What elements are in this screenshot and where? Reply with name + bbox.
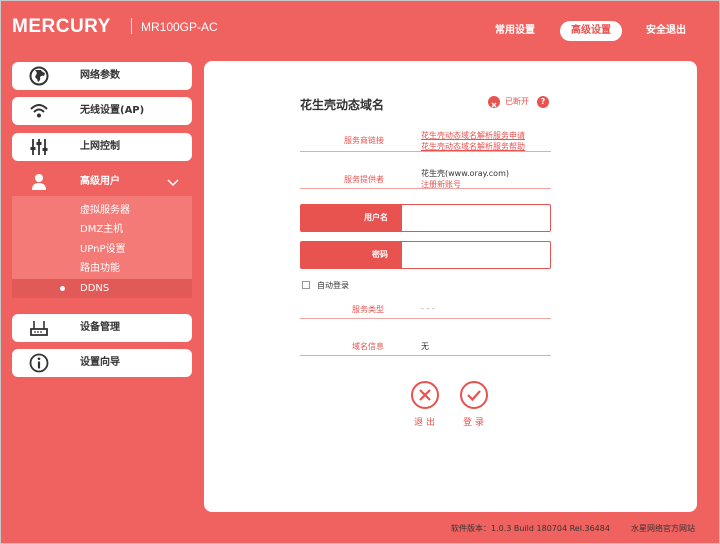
page-title: 花生壳动态域名 <box>300 98 385 112</box>
password-label: 密码 <box>301 242 402 268</box>
divider <box>300 318 551 319</box>
sidebar-item-label: 设置向导 <box>80 357 120 368</box>
close-icon <box>419 389 431 401</box>
checkmark-icon <box>467 390 481 402</box>
sidebar-item-label: 上网控制 <box>80 141 120 152</box>
active-dot-icon <box>60 286 65 291</box>
wifi-icon <box>30 104 48 118</box>
sidebar-item-label: 无线设置(AP) <box>80 105 145 116</box>
info-icon <box>29 353 49 373</box>
user-icon <box>32 174 46 190</box>
nav-logout[interactable]: 安全退出 <box>638 21 694 41</box>
username-label: 用户名 <box>301 205 402 231</box>
globe-icon <box>29 66 49 86</box>
firmware-version: 软件版本：1.0.3 Build 180704 Rel.36484 <box>451 524 610 533</box>
official-site-link[interactable]: 水星网络官方网站 <box>631 523 695 534</box>
service-type-value: - - - <box>421 304 435 313</box>
sidebar-item-wireless[interactable]: 无线设置(AP) <box>12 97 192 125</box>
auto-login-label: 自动登录 <box>317 281 349 290</box>
service-link-label: 服务商链接 <box>344 136 384 145</box>
password-field: 密码 <box>300 241 551 269</box>
submenu-item-dmz[interactable]: DMZ主机 <box>12 220 192 239</box>
exit-label: 退出 <box>414 418 439 428</box>
sidebar-item-label: 高级用户 <box>80 176 120 187</box>
sidebar-item-device-management[interactable]: 设备管理 <box>12 314 192 342</box>
nav-advanced-settings[interactable]: 高级设置 <box>560 21 622 41</box>
chevron-down-icon <box>167 179 179 187</box>
brand-logo: MERCURY <box>12 16 111 37</box>
nav-common-settings[interactable]: 常用设置 <box>487 21 543 41</box>
status-text: 已断开 <box>505 97 529 106</box>
provider-value: 花生壳(www.oray.com) <box>421 169 509 178</box>
submenu-item-ddns[interactable]: DDNS <box>12 279 192 298</box>
login-label: 登录 <box>463 418 488 428</box>
sidebar-item-label: 网络参数 <box>80 70 120 81</box>
divider <box>300 151 551 152</box>
provider-label: 服务提供者 <box>344 175 384 184</box>
username-field: 用户名 <box>300 204 551 232</box>
sidebar-item-setup-wizard[interactable]: 设置向导 <box>12 349 192 377</box>
sidebar-item-network[interactable]: 网络参数 <box>12 62 192 90</box>
sliders-icon <box>30 139 48 155</box>
divider <box>300 355 551 356</box>
main-panel <box>204 61 697 512</box>
help-icon[interactable]: ? <box>537 96 549 108</box>
submenu-item-virtual-server[interactable]: 虚拟服务器 <box>12 201 192 220</box>
advanced-user-submenu: 虚拟服务器 DMZ主机 UPnP设置 路由功能 DDNS <box>12 196 192 298</box>
router-icon <box>30 321 48 336</box>
login-button[interactable] <box>460 381 488 409</box>
divider <box>300 188 551 189</box>
username-input[interactable] <box>403 205 549 231</box>
submenu-item-upnp[interactable]: UPnP设置 <box>12 240 192 259</box>
submenu-item-routing[interactable]: 路由功能 <box>12 259 192 278</box>
service-type-label: 服务类型 <box>352 305 384 314</box>
ddns-apply-link[interactable]: 花生壳动态域名解析服务申请 <box>421 130 525 141</box>
password-input[interactable] <box>403 242 549 268</box>
sidebar-item-label: 设备管理 <box>80 322 120 333</box>
domain-info-label: 域名信息 <box>352 342 384 351</box>
auto-login-checkbox[interactable] <box>302 281 310 289</box>
model-name: MR100GP-AC <box>141 20 218 34</box>
disconnected-icon <box>488 96 500 108</box>
sidebar-item-access-control[interactable]: 上网控制 <box>12 133 192 161</box>
sidebar-item-advanced-user[interactable]: 高级用户 <box>12 168 192 196</box>
submenu-item-label: DDNS <box>80 283 110 294</box>
logo-divider <box>131 18 132 34</box>
domain-info-value: 无 <box>421 342 429 351</box>
exit-button[interactable] <box>411 381 439 409</box>
